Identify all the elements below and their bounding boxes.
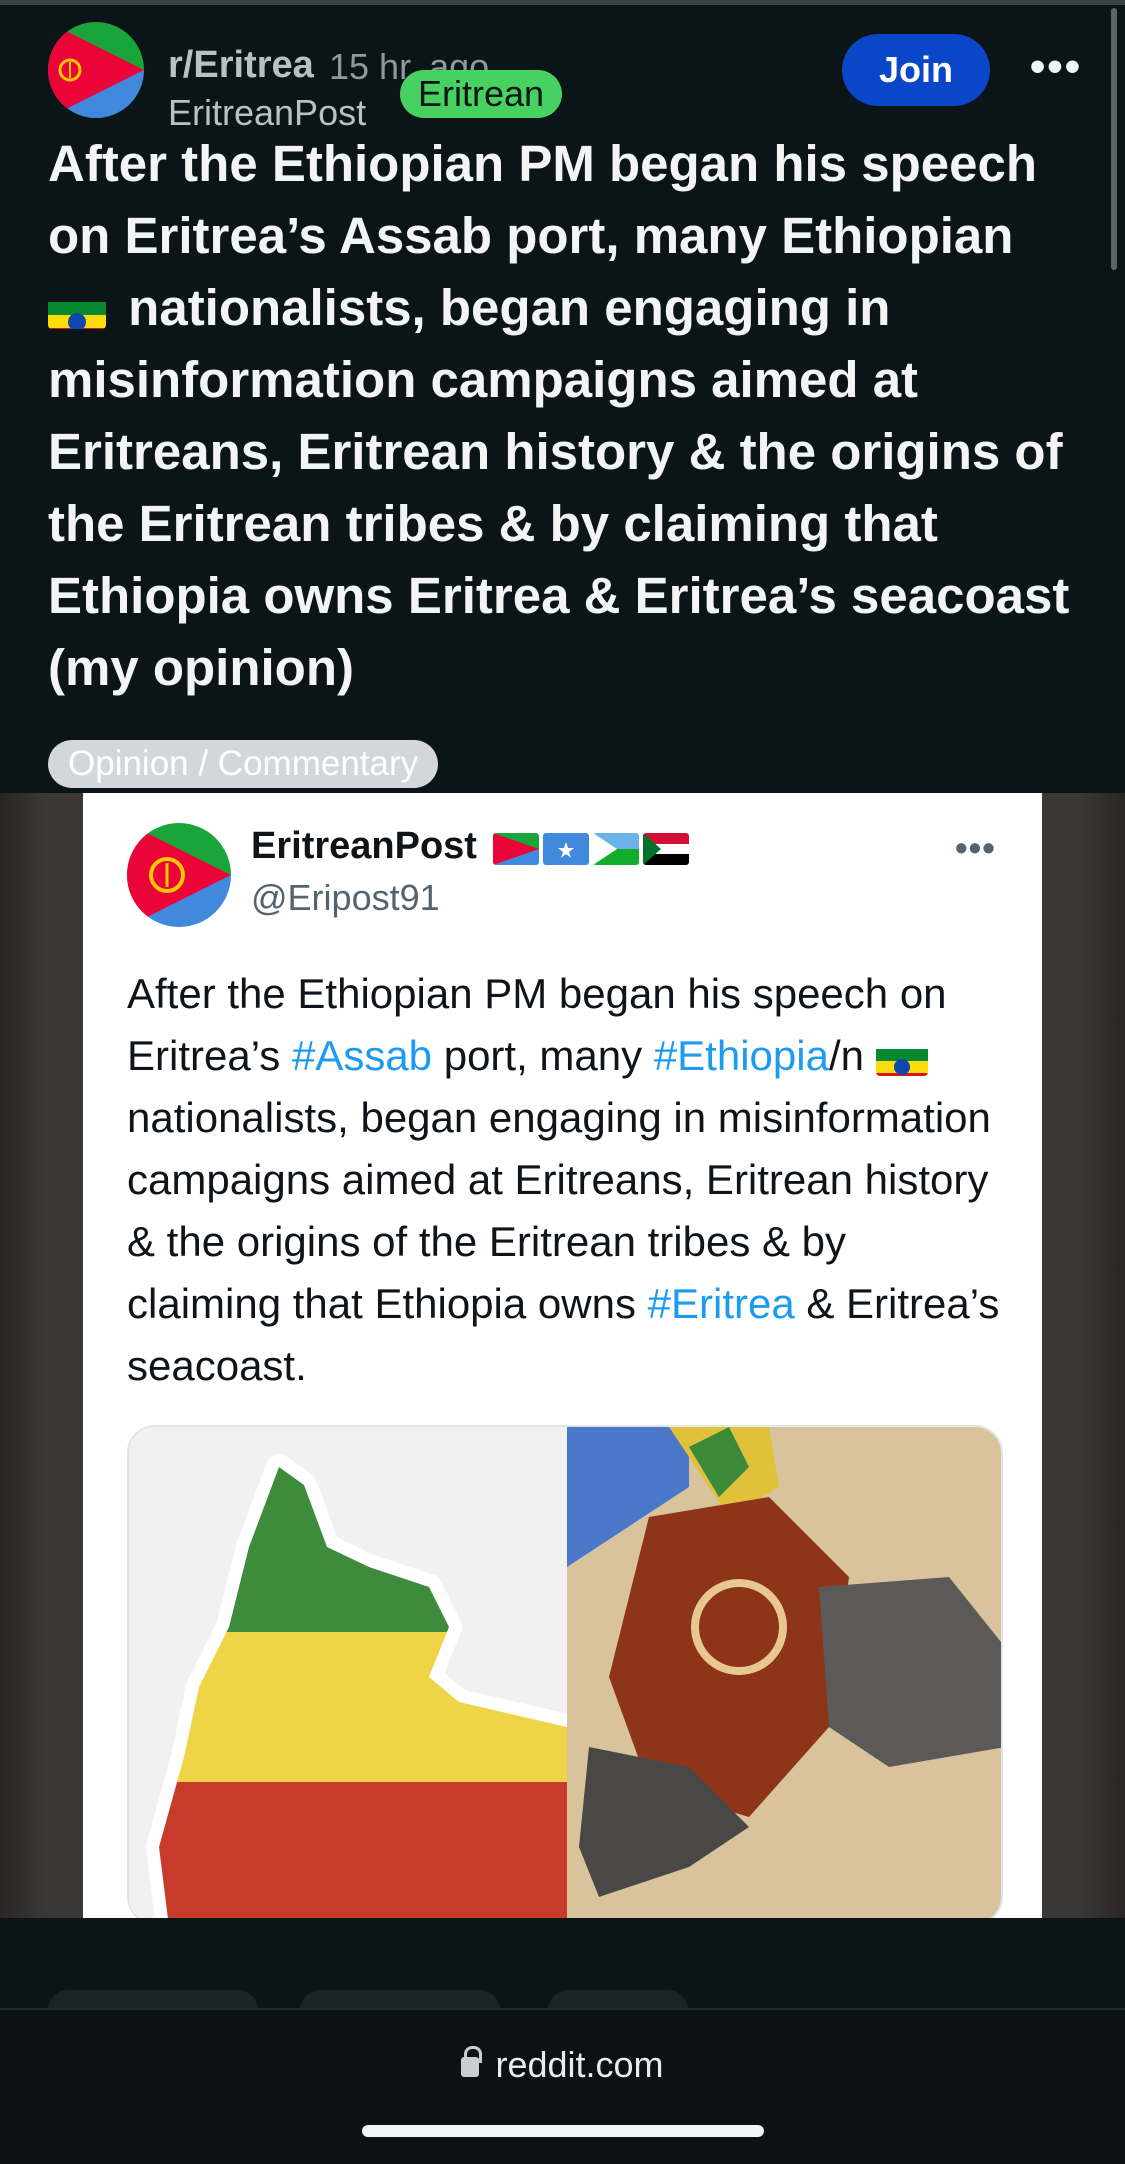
tweet-text-part: port, many	[432, 1032, 654, 1079]
tweet-avatar	[127, 823, 231, 927]
tweet-screenshot: EritreanPost @Eripost91 ••• After the Et…	[83, 793, 1042, 1918]
eritrea-flag-icon	[48, 22, 144, 118]
user-flair: Eritrean	[400, 70, 563, 118]
eritrea-flag-icon	[127, 823, 231, 927]
eritrea-flag-icon	[493, 833, 539, 865]
hashtag-ethiopia: #Ethiopia	[653, 1032, 829, 1079]
hashtag-assab: #Assab	[291, 1032, 433, 1079]
tweet-handle: @Eripost91	[251, 877, 440, 918]
url-text: reddit.com	[495, 2044, 664, 2085]
sudan-flag-icon	[643, 833, 689, 865]
post-title[interactable]: After the Ethiopian PM began his speech …	[48, 128, 1088, 704]
post-title-text-continued: nationalists, began engaging in misinfor…	[48, 279, 1070, 696]
more-options-icon[interactable]: •••	[1026, 45, 1086, 89]
post-header: r/Eritrea 15 hr. ago EritreanPost Eritre…	[48, 22, 1080, 133]
post-title-text: After the Ethiopian PM began his speech …	[48, 135, 1037, 264]
djibouti-flag-icon	[593, 833, 639, 865]
ethiopia-flag-icon	[875, 1040, 928, 1076]
address-bar[interactable]: reddit.com	[0, 2044, 1125, 2086]
hashtag-eritrea: #Eritrea	[647, 1280, 795, 1327]
subreddit-avatar[interactable]	[48, 22, 144, 118]
top-divider	[0, 0, 1125, 5]
tweet-text: After the Ethiopian PM began his speech …	[127, 963, 1007, 1397]
tweet-more-icon: •••	[955, 827, 996, 868]
tweet-text-part: /n	[828, 1032, 864, 1079]
tweet-author-name: EritreanPost	[251, 825, 477, 867]
join-button[interactable]: Join	[842, 34, 990, 106]
home-indicator[interactable]	[362, 2125, 764, 2137]
subreddit-name[interactable]: r/Eritrea	[168, 44, 314, 87]
tweet-flags	[493, 833, 689, 869]
scrollbar[interactable]	[1111, 8, 1117, 270]
post-flair[interactable]: Opinion / Commentary	[48, 740, 439, 788]
somalia-flag-icon	[543, 833, 589, 865]
ethiopia-flag-icon	[48, 289, 106, 329]
map-and-hands-illustration	[129, 1427, 1001, 1918]
browser-bottom-bar	[0, 2008, 1125, 2164]
lock-icon	[461, 2046, 483, 2077]
tweet-image	[127, 1425, 1003, 1918]
